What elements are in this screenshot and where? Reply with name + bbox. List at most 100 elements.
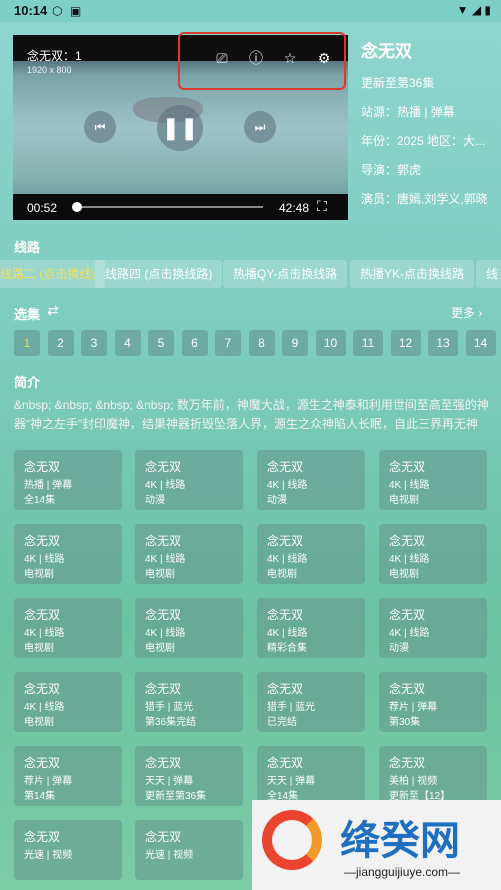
episode-button[interactable]: 13 (428, 330, 458, 356)
card-note: 更新至第36集 (145, 791, 207, 802)
card-note: 全14集 (24, 495, 56, 506)
pause-button[interactable]: ❚❚ (157, 105, 203, 151)
episode-button[interactable]: 6 (181, 330, 208, 356)
card-title: 念无双 (389, 534, 426, 548)
card-title: 念无双 (267, 756, 304, 770)
current-time: 00:52 (27, 201, 58, 215)
related-card[interactable]: 念无双 天天 | 弹幕 更新至第36集 (135, 746, 243, 806)
related-card[interactable]: 念无双 4K | 线路 动漫 (379, 598, 487, 658)
previous-episode-button[interactable]: ⏮ (84, 111, 116, 143)
related-card[interactable]: 念无双 荐片 | 弹幕 第30集 (379, 672, 487, 732)
next-episode-button[interactable]: ⏭ (244, 111, 276, 143)
card-note: 动漫 (267, 495, 287, 506)
card-source: 光速 | 视频 (24, 850, 73, 861)
related-card[interactable]: 念无双 猎手 | 蓝光 已完结 (257, 672, 365, 732)
card-title: 念无双 (24, 682, 61, 696)
more-label: 更多 (451, 306, 476, 320)
line-chip[interactable]: 热播QY-点击换线路 (223, 260, 348, 288)
episode-button[interactable]: 8 (248, 330, 275, 356)
related-card[interactable]: 念无双热播 | 弹幕 全14集 (14, 450, 122, 510)
show-title: 念无双 (361, 42, 412, 61)
related-card[interactable]: 念无双 荐片 | 弹幕 第14集 (14, 746, 122, 806)
card-title: 念无双 (389, 608, 426, 622)
fullscreen-icon[interactable]: ⛶ (317, 198, 327, 215)
card-note: 动漫 (389, 643, 409, 654)
related-card[interactable]: 念无双 天天 | 弹幕 全14集 (257, 746, 365, 806)
line-chip[interactable]: 线路二 (点击换线) (0, 260, 106, 288)
card-title: 念无双 (24, 830, 61, 844)
related-card[interactable]: 念无双 4K | 线路 电视剧 (14, 598, 122, 658)
card-source: 热播 | 弹幕 (24, 480, 73, 491)
card-source: 猎手 | 蓝光 (267, 702, 316, 713)
related-card[interactable]: 念无双 4K | 线路 电视剧 (257, 524, 365, 584)
episode-button[interactable]: 4 (114, 330, 141, 356)
lines-chip-row: 线路二 (点击换线) 线路四 (点击换线路) 热播QY-点击换线路 热播YK-点击换线… (0, 260, 501, 290)
line-chip[interactable]: 线 (476, 260, 501, 288)
related-card[interactable]: 念无双 4K | 线路 电视剧 (135, 524, 243, 584)
card-source: 4K | 线路 (24, 628, 65, 639)
card-title: 念无双 (24, 460, 61, 474)
card-source: 天天 | 弹幕 (267, 776, 316, 787)
more-episodes-link[interactable]: 更多 › (451, 304, 482, 321)
card-note: 第30集 (389, 717, 421, 728)
card-note: 第14集 (24, 791, 56, 802)
episode-button[interactable]: 7 (215, 330, 241, 356)
signal-battery-icons: ▼ ◢ ▮ (456, 3, 491, 17)
card-source: 光速 | 视频 (145, 850, 194, 861)
related-card[interactable]: 念无双 4K | 线路 电视剧 (135, 598, 243, 658)
episode-button[interactable]: 12 (390, 330, 421, 356)
related-card[interactable]: 念无双 猎手 | 蓝光 第36集完结 (135, 672, 243, 732)
episode-button[interactable]: 5 (148, 330, 174, 356)
line-chip[interactable]: 线路四 (点击换线路) (95, 260, 223, 288)
card-title: 念无双 (24, 756, 61, 770)
intro-text: &nbsp; &nbsp; &nbsp; &nbsp; 数万年前，神魔大战，源生… (14, 398, 489, 431)
seek-knob[interactable] (71, 202, 82, 212)
sort-swap-icon[interactable]: ⇄ (47, 302, 59, 319)
card-title: 念无双 (145, 460, 182, 474)
episode-button[interactable]: 3 (81, 330, 107, 356)
update-status: 更新至第36集 (361, 76, 435, 90)
card-title: 念无双 (145, 534, 182, 548)
card-note: 电视剧 (145, 643, 175, 654)
related-card[interactable]: 念无双 4K | 线路 精彩合集 (257, 598, 365, 658)
episode-button[interactable]: 11 (353, 330, 383, 356)
player-episode-title: 念无双：1 (27, 49, 82, 63)
episode-button[interactable]: 10 (315, 330, 346, 356)
watermark-url-text: jiangguijiuye.com (356, 865, 449, 879)
card-note: 电视剧 (24, 717, 54, 728)
player-bottom-bar: 00:52 42:48 ⛶ (13, 194, 348, 220)
card-title: 念无双 (267, 534, 304, 548)
card-note: 第36集完结 (145, 717, 197, 728)
related-card[interactable]: 念无双 光速 | 视频 (135, 820, 243, 880)
info-panel: 念无双 更新至第36集 站源：热播 | 弹幕 年份：2025 地区：大... 导… (361, 35, 496, 207)
related-card[interactable]: 念无双 4K | 线路 电视剧 (379, 450, 487, 510)
card-source: 荐片 | 弹幕 (389, 702, 438, 713)
card-title: 念无双 (389, 460, 426, 474)
status-time: 10:14 (14, 3, 48, 18)
related-card[interactable]: 念无双 4K | 线路 电视剧 (14, 524, 122, 584)
card-source: 4K | 线路 (145, 480, 186, 491)
cast-line: 演员：唐嫣,刘学义,郭晓 (361, 192, 488, 206)
watermark-url: —jiangguijiuye.com— (344, 865, 461, 879)
seek-track[interactable] (73, 206, 263, 208)
card-source: 4K | 线路 (24, 702, 65, 713)
related-card[interactable]: 念无双光速 | 视频 (14, 820, 122, 880)
card-note: 已完结 (267, 717, 297, 728)
episode-button[interactable]: 14 (465, 330, 496, 356)
related-card[interactable]: 念无双 美柏 | 视频 更新至【12】 (379, 746, 487, 806)
related-card[interactable]: 念无双 4K | 线路 电视剧 (379, 524, 487, 584)
card-note: 电视剧 (267, 569, 297, 580)
card-note: 电视剧 (389, 495, 419, 506)
card-title: 念无双 (24, 608, 61, 622)
episode-button[interactable]: 2 (47, 330, 74, 356)
card-title: 念无双 (267, 608, 304, 622)
episode-button[interactable]: 1 (14, 330, 40, 356)
line-chip[interactable]: 热播YK-点击换线路 (350, 260, 475, 288)
card-source: 4K | 线路 (267, 628, 308, 639)
related-card[interactable]: 念无双 4K | 线路 动漫 (257, 450, 365, 510)
related-card[interactable]: 念无双 4K | 线路 电视剧 (14, 672, 122, 732)
duration: 42:48 (279, 201, 310, 215)
card-title: 念无双 (267, 460, 304, 474)
related-card[interactable]: 念无双 4K | 线路 动漫 (135, 450, 243, 510)
episode-button[interactable]: 9 (282, 330, 308, 356)
